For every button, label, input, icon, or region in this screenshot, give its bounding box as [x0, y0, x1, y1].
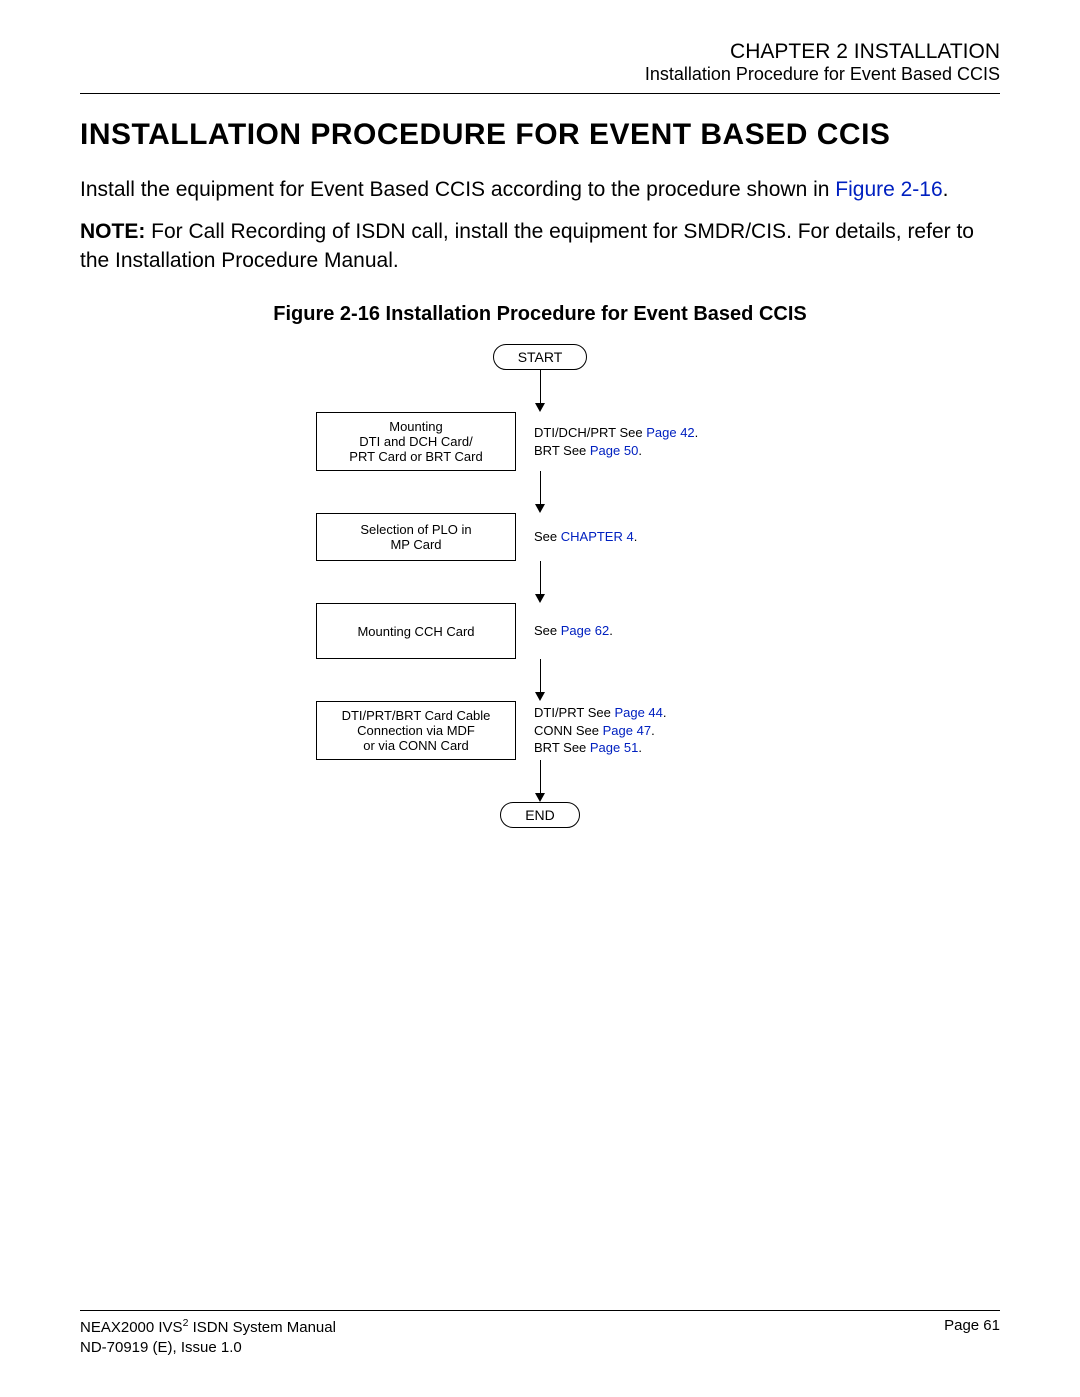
- page-link[interactable]: Page 62: [561, 623, 609, 638]
- flow-start: START: [493, 344, 588, 370]
- flow-end: END: [500, 802, 580, 828]
- page-link[interactable]: Page 51: [590, 740, 638, 755]
- arrow-icon: [535, 561, 545, 603]
- flow-step-mounting-dti: Mounting DTI and DCH Card/ PRT Card or B…: [316, 412, 516, 471]
- note-paragraph: NOTE: For Call Recording of ISDN call, i…: [80, 218, 1000, 275]
- page-link[interactable]: Page 42: [646, 425, 694, 440]
- header-rule: [80, 93, 1000, 94]
- intro-text: Install the equipment for Event Based CC…: [80, 178, 835, 201]
- flow-step4-note: DTI/PRT See Page 44. CONN See Page 47. B…: [534, 704, 764, 757]
- figure-link[interactable]: Figure 2-16: [835, 178, 942, 201]
- page-link[interactable]: Page 47: [603, 723, 651, 738]
- chapter-link[interactable]: CHAPTER 4: [561, 529, 634, 544]
- arrow-icon: [535, 471, 545, 513]
- intro-text-after: .: [943, 178, 949, 201]
- intro-paragraph: Install the equipment for Event Based CC…: [80, 176, 1000, 204]
- arrow-icon: [535, 760, 545, 802]
- flow-step-cable: DTI/PRT/BRT Card Cable Connection via MD…: [316, 701, 516, 760]
- arrow-icon: [535, 659, 545, 701]
- flow-step3-note: See Page 62.: [534, 622, 764, 640]
- page-link[interactable]: Page 50: [590, 443, 638, 458]
- footer-rule: [80, 1310, 1000, 1311]
- page: CHAPTER 2 INSTALLATION Installation Proc…: [0, 0, 1080, 1397]
- page-link[interactable]: Page 44: [614, 705, 662, 720]
- arrow-icon: [535, 370, 545, 412]
- flow-step-cch: Mounting CCH Card: [316, 603, 516, 659]
- footer-left: NEAX2000 IVS2 ISDN System Manual ND-7091…: [80, 1317, 336, 1357]
- page-number: Page 61: [944, 1317, 1000, 1357]
- figure-caption: Figure 2-16 Installation Procedure for E…: [80, 303, 1000, 326]
- page-footer: NEAX2000 IVS2 ISDN System Manual ND-7091…: [80, 1310, 1000, 1357]
- note-label: NOTE:: [80, 220, 145, 243]
- header-subtitle: Installation Procedure for Event Based C…: [80, 64, 1000, 85]
- flow-step-plo: Selection of PLO in MP Card: [316, 513, 516, 561]
- note-text: For Call Recording of ISDN call, install…: [80, 220, 974, 271]
- chapter-line: CHAPTER 2 INSTALLATION: [80, 40, 1000, 64]
- flowchart: START Mounting DTI and DCH Card/ PRT Car…: [80, 344, 1000, 828]
- flow-step1-note: DTI/DCH/PRT See Page 42. BRT See Page 50…: [534, 424, 764, 459]
- section-title: INSTALLATION PROCEDURE FOR EVENT BASED C…: [80, 118, 1000, 152]
- flow-step2-note: See CHAPTER 4.: [534, 528, 764, 546]
- page-header: CHAPTER 2 INSTALLATION Installation Proc…: [80, 40, 1000, 85]
